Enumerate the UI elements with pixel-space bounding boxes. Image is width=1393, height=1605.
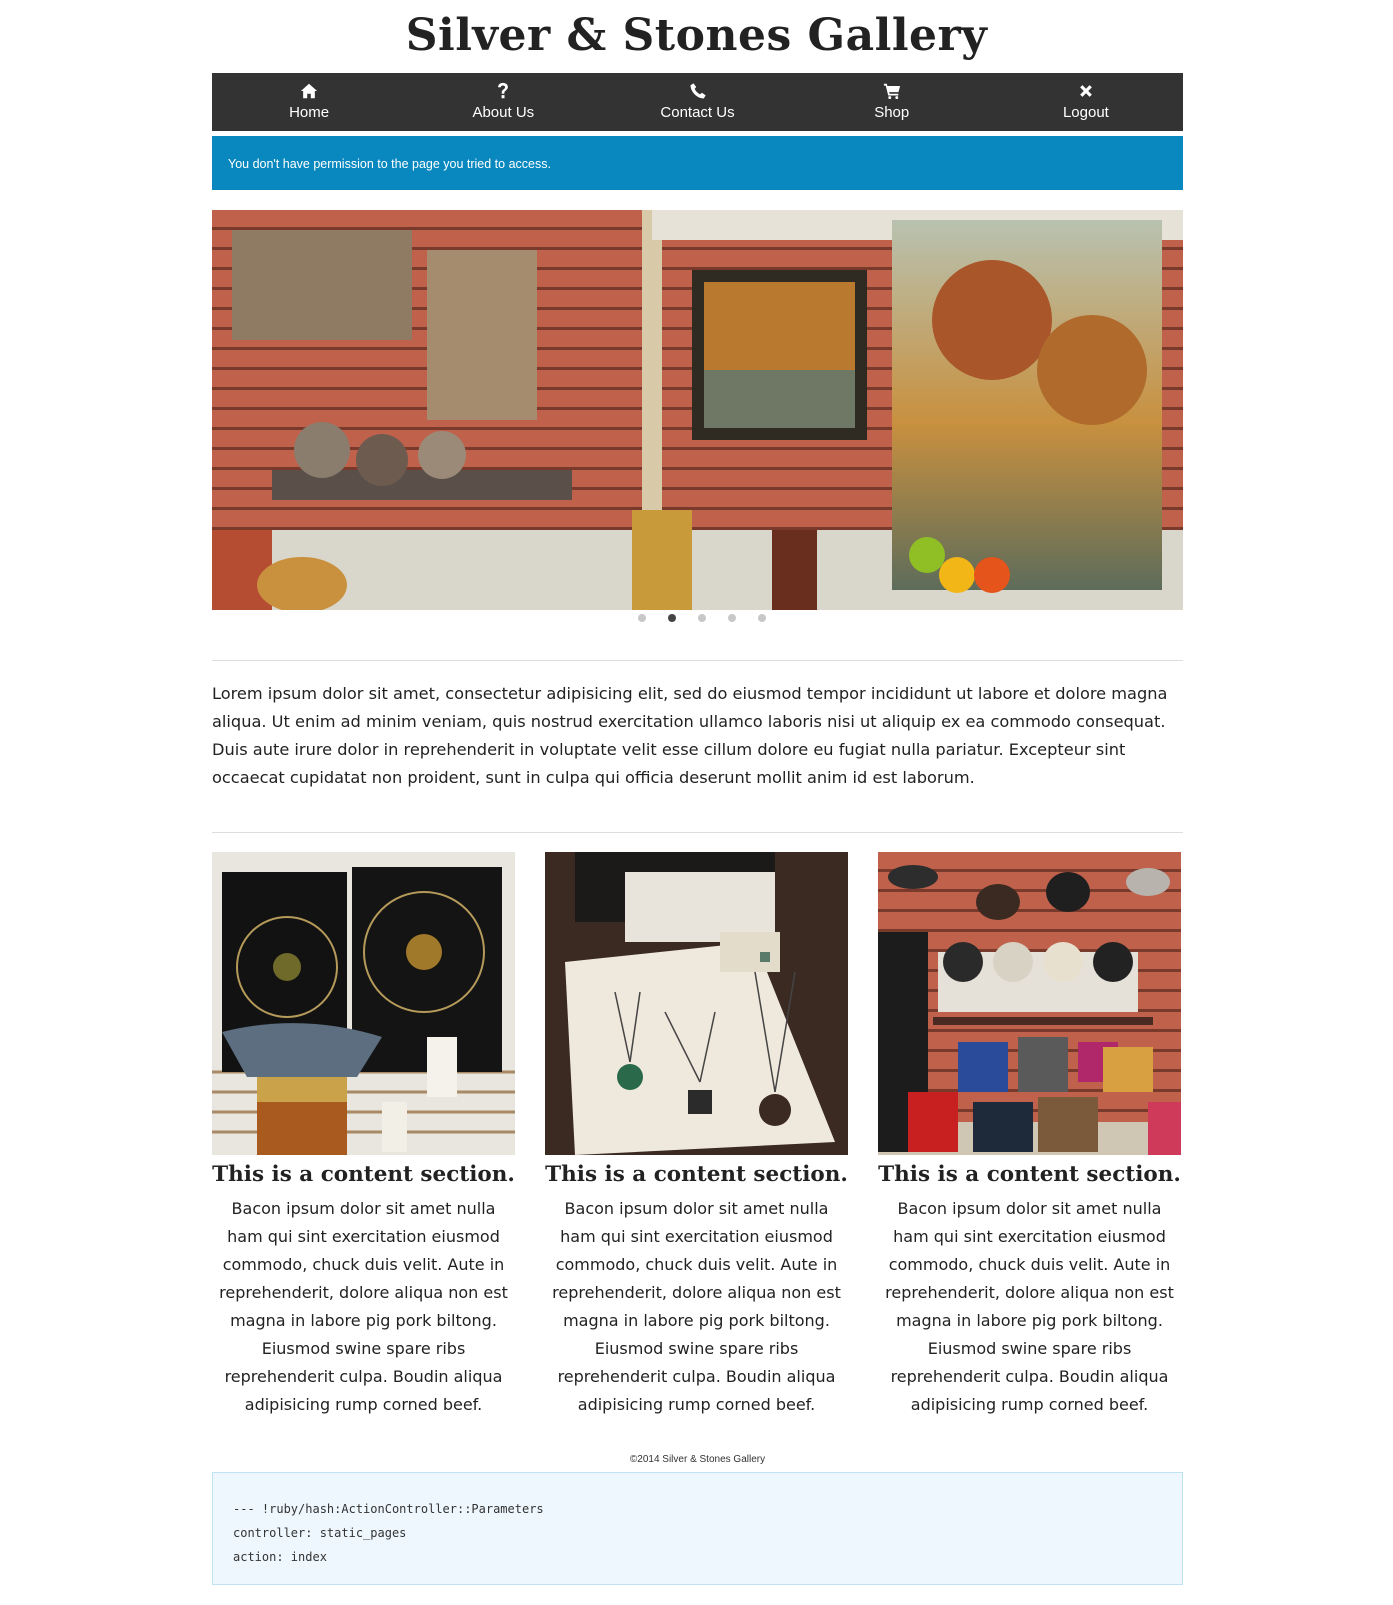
- carousel-dot[interactable]: [637, 614, 646, 622]
- debug-line: --- !ruby/hash:ActionController::Paramet…: [233, 1502, 544, 1516]
- section-heading: This is a content section.: [878, 1162, 1181, 1187]
- debug-params: --- !ruby/hash:ActionController::Paramet…: [212, 1472, 1183, 1585]
- section-image: [545, 852, 848, 1155]
- section-body: Bacon ipsum dolor sit amet nulla ham qui…: [552, 1199, 841, 1414]
- section-heading: This is a content section.: [545, 1162, 848, 1187]
- carousel-indicators: [212, 614, 1183, 624]
- hats-display-photo: [878, 852, 1181, 1155]
- cart-icon: [883, 83, 900, 100]
- carousel-dot[interactable]: [727, 614, 736, 622]
- content-section: This is a content section. Bacon ipsum d…: [878, 852, 1181, 1419]
- jewelry-display-photo: [545, 852, 848, 1155]
- nav-logout[interactable]: Logout: [989, 73, 1183, 131]
- content-section: This is a content section. Bacon ipsum d…: [545, 852, 848, 1419]
- phone-icon: [690, 83, 706, 99]
- debug-line: action: index: [233, 1550, 327, 1564]
- nav-home-label: Home: [289, 104, 330, 121]
- close-icon: [1080, 85, 1092, 97]
- content-sections: This is a content section. Bacon ipsum d…: [212, 852, 1183, 1419]
- section-body: Bacon ipsum dolor sit amet nulla ham qui…: [885, 1199, 1174, 1414]
- carousel-dot[interactable]: [757, 614, 766, 622]
- nav-about-label: About Us: [472, 104, 535, 121]
- debug-line: controller: static_pages: [233, 1526, 407, 1540]
- nav-shop-label: Shop: [874, 104, 910, 121]
- nav-shop[interactable]: Shop: [795, 73, 989, 131]
- nav-contact-label: Contact Us: [660, 104, 735, 121]
- nav-about[interactable]: About Us: [406, 73, 600, 131]
- footer-copyright: ©2014 Silver & Stones Gallery: [629, 1454, 766, 1465]
- section-image: [212, 852, 515, 1155]
- intro-paragraph: Lorem ipsum dolor sit amet, consectetur …: [212, 684, 1168, 787]
- section-body: Bacon ipsum dolor sit amet nulla ham qui…: [219, 1199, 508, 1414]
- permission-alert: You don't have permission to the page yo…: [212, 136, 1183, 190]
- alert-text: You don't have permission to the page yo…: [228, 157, 551, 171]
- site-title: Silver & Stones Gallery: [405, 10, 988, 61]
- carousel-dot[interactable]: [697, 614, 706, 622]
- nav-home[interactable]: Home: [212, 73, 406, 131]
- section-heading: This is a content section.: [212, 1162, 515, 1187]
- divider: [212, 832, 1183, 833]
- main-nav: Home About Us Contact Us Shop Logout: [212, 73, 1183, 131]
- section-image: [878, 852, 1181, 1155]
- divider: [212, 660, 1183, 661]
- content-section: This is a content section. Bacon ipsum d…: [212, 852, 515, 1419]
- question-icon: [498, 82, 509, 99]
- carousel-dot-active[interactable]: [667, 614, 676, 622]
- carousel-slide[interactable]: [212, 210, 1183, 610]
- gallery-interior-photo: [212, 210, 1183, 610]
- nav-logout-label: Logout: [1062, 104, 1109, 121]
- nav-contact[interactable]: Contact Us: [600, 73, 794, 131]
- wall-art-vase-photo: [212, 852, 515, 1155]
- home-icon: [300, 83, 318, 99]
